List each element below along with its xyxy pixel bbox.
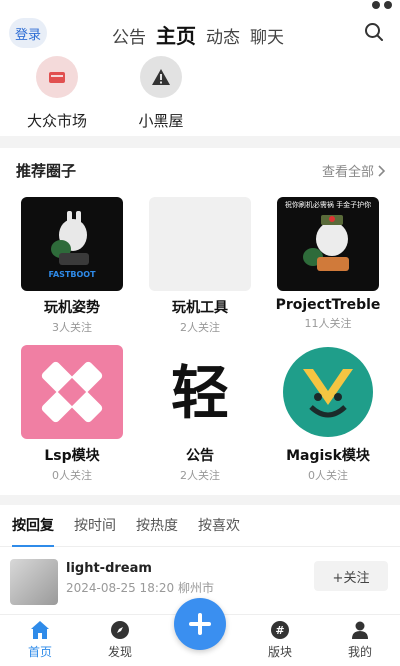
circle-follow-count: 11人关注 bbox=[304, 317, 352, 330]
home-icon bbox=[31, 621, 49, 639]
circle-name: Magisk模块 bbox=[286, 448, 370, 464]
nav-boards[interactable]: # 版块 bbox=[240, 615, 320, 666]
shortcut-market[interactable]: 大众市场 bbox=[22, 56, 92, 136]
plus-icon bbox=[189, 613, 211, 635]
top-header: 登录 公告 主页 动态 聊天 bbox=[0, 12, 400, 52]
view-all-link[interactable]: 查看全部 bbox=[322, 161, 386, 180]
circle-card[interactable]: Lsp模块 0人关注 bbox=[8, 345, 136, 483]
circle-name: 公告 bbox=[186, 448, 214, 464]
tab-feed[interactable]: 动态 bbox=[206, 23, 240, 48]
circle-card[interactable]: 祝你刷机必需祸 手金子护你 ProjectTreble 11人关注 bbox=[264, 197, 392, 335]
circle-card[interactable]: Magisk模块 0人关注 bbox=[264, 345, 392, 483]
circle-name: ProjectTreble bbox=[275, 297, 381, 313]
top-tabs: 公告 主页 动态 聊天 bbox=[112, 20, 284, 49]
user-icon bbox=[352, 621, 368, 639]
nav-profile[interactable]: 我的 bbox=[320, 615, 400, 666]
post-username[interactable]: light-dream bbox=[66, 561, 152, 576]
circle-thumbnail bbox=[277, 345, 379, 439]
sort-by-time-tab[interactable]: 按时间 bbox=[74, 515, 116, 547]
circle-name: Lsp模块 bbox=[44, 448, 100, 464]
section-divider bbox=[0, 495, 400, 505]
tab-home[interactable]: 主页 bbox=[156, 20, 196, 49]
circle-follow-count: 2人关注 bbox=[180, 469, 220, 482]
nav-home[interactable]: 首页 bbox=[0, 615, 80, 666]
nav-label: 首页 bbox=[27, 645, 52, 659]
svg-text:#: # bbox=[275, 624, 284, 637]
battery-icon bbox=[384, 1, 392, 9]
circle-follow-count: 0人关注 bbox=[52, 469, 92, 482]
follow-button[interactable]: +关注 bbox=[314, 561, 388, 591]
section-divider bbox=[0, 136, 400, 148]
circle-thumbnail bbox=[149, 197, 251, 291]
view-all-label: 查看全部 bbox=[321, 165, 374, 180]
nav-label: 我的 bbox=[347, 645, 372, 659]
sort-by-heat-tab[interactable]: 按热度 bbox=[136, 515, 178, 547]
avatar[interactable] bbox=[10, 559, 58, 605]
circle-thumbnail bbox=[21, 345, 123, 439]
sort-by-reply-tab[interactable]: 按回复 bbox=[12, 515, 54, 547]
circle-card[interactable]: FASTBOOT 玩机姿势 3人关注 bbox=[8, 197, 136, 335]
shortcut-row: 大众市场 小黑屋 bbox=[0, 56, 400, 136]
status-bar bbox=[0, 0, 400, 12]
circles-grid: FASTBOOT 玩机姿势 3人关注 玩机工具 2人关注 祝你刷机必需祸 手金子… bbox=[0, 191, 400, 489]
circle-thumbnail: 祝你刷机必需祸 手金子护你 bbox=[277, 197, 379, 291]
nav-label: 发现 bbox=[107, 645, 132, 659]
circle-card[interactable]: 轻 公告 2人关注 bbox=[136, 345, 264, 483]
chevron-right-icon bbox=[378, 164, 386, 177]
compass-icon bbox=[111, 621, 129, 639]
sort-by-likes-tab[interactable]: 按喜欢 bbox=[198, 515, 240, 547]
tab-announcement[interactable]: 公告 bbox=[112, 23, 146, 48]
tab-chat[interactable]: 聊天 bbox=[250, 23, 284, 48]
warning-icon bbox=[140, 56, 182, 98]
signal-icon bbox=[372, 1, 380, 9]
store-icon bbox=[36, 56, 78, 98]
circle-thumbnail: FASTBOOT bbox=[21, 197, 123, 291]
circle-follow-count: 2人关注 bbox=[180, 321, 220, 334]
nav-discover[interactable]: 发现 bbox=[80, 615, 160, 666]
create-post-button[interactable] bbox=[174, 598, 226, 650]
thumb-caption: 祝你刷机必需祸 手金子护你 bbox=[285, 200, 371, 209]
circle-name: 玩机姿势 bbox=[44, 300, 100, 316]
circle-thumbnail: 轻 bbox=[149, 345, 251, 439]
thumb-caption: FASTBOOT bbox=[48, 270, 96, 279]
circles-title: 推荐圈子 bbox=[16, 162, 77, 180]
search-icon[interactable] bbox=[362, 20, 386, 44]
login-button[interactable]: 登录 bbox=[9, 18, 47, 48]
circle-follow-count: 0人关注 bbox=[308, 469, 348, 482]
post-meta: 2024-08-25 18:20 柳州市 bbox=[66, 581, 214, 595]
circle-card[interactable]: 玩机工具 2人关注 bbox=[136, 197, 264, 335]
circles-header: 推荐圈子 查看全部 bbox=[0, 148, 400, 191]
shortcut-label: 小黑屋 bbox=[138, 112, 184, 130]
post-item[interactable]: light-dream 2024-08-25 18:20 柳州市 +关注 bbox=[0, 547, 400, 605]
circle-name: 玩机工具 bbox=[172, 300, 228, 316]
shortcut-label: 大众市场 bbox=[26, 112, 87, 130]
status-icons bbox=[372, 1, 392, 9]
nav-label: 版块 bbox=[267, 645, 292, 659]
thumb-caption: 轻 bbox=[171, 359, 229, 427]
sort-tabs: 按回复 按时间 按热度 按喜欢 bbox=[0, 505, 400, 547]
circle-follow-count: 3人关注 bbox=[52, 321, 92, 334]
shortcut-blackroom[interactable]: 小黑屋 bbox=[126, 56, 196, 136]
hashtag-icon: # bbox=[271, 621, 289, 639]
